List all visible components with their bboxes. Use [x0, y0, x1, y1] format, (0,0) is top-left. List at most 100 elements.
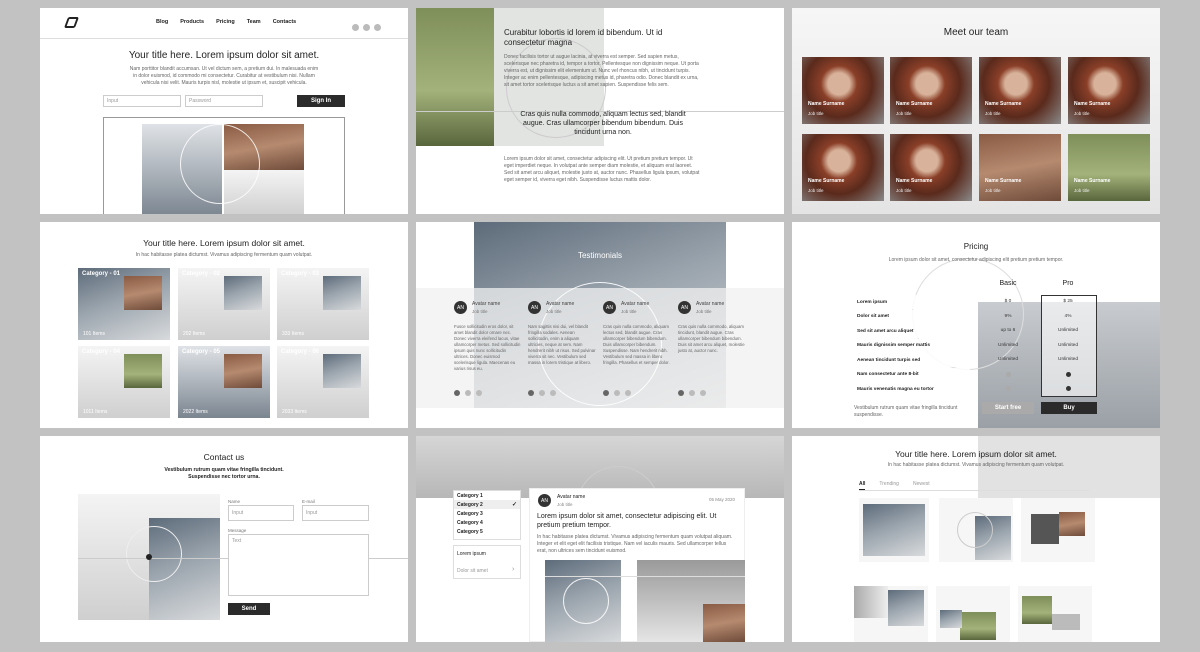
nav-blog[interactable]: Blog — [156, 19, 168, 25]
gallery-tile[interactable] — [859, 498, 929, 562]
dot-icon — [352, 24, 359, 31]
category-label: Category - 01 — [82, 271, 121, 277]
gallery-tile[interactable] — [1021, 498, 1095, 562]
carousel-dot[interactable] — [528, 390, 534, 396]
unavailable-dot-icon — [1005, 386, 1011, 391]
author-name: Avatar name — [557, 494, 586, 500]
name-field[interactable]: Input — [228, 505, 294, 521]
team-member-card[interactable]: Name Surname Job title — [890, 57, 972, 124]
line-overlay — [545, 576, 745, 577]
carousel-dot[interactable] — [700, 390, 706, 396]
menu-item-lorem[interactable]: Lorem ipsum — [457, 551, 486, 557]
nav-pricing[interactable]: Pricing — [216, 19, 235, 25]
gallery-tile[interactable] — [939, 498, 1013, 562]
member-job: Job title — [896, 111, 912, 116]
carousel-dot[interactable] — [539, 390, 545, 396]
sea-photo — [940, 610, 962, 628]
dropdown-option[interactable]: Category 2 ✓ — [454, 500, 520, 509]
plan-pro-label: Pro — [1062, 280, 1074, 287]
section-title: Testimonials — [577, 251, 622, 260]
category-card[interactable]: Category - 05 2022 Items — [178, 346, 270, 418]
category-card[interactable]: Category - 02 202 Items — [178, 268, 270, 340]
buy-button[interactable]: Buy — [1041, 402, 1097, 414]
member-job: Job title — [985, 111, 1001, 116]
carousel-dot[interactable] — [454, 390, 460, 396]
article-paragraph: Donec facilisis tortor ut augue lacinia,… — [504, 54, 699, 88]
member-name: Name Surname — [1074, 101, 1111, 107]
message-field[interactable]: Text — [228, 534, 369, 596]
gallery-tile[interactable] — [854, 586, 928, 642]
top-nav: Blog Products Pricing Team Contacts — [156, 19, 296, 25]
input-field[interactable]: Input — [103, 95, 181, 107]
dropdown-option[interactable]: Category 3 — [454, 509, 520, 518]
logo-icon[interactable] — [63, 17, 80, 28]
post-body: In hac habitasse platea dictumst. Vivamu… — [537, 534, 733, 554]
nav-team[interactable]: Team — [247, 19, 261, 25]
gallery-tile[interactable] — [1018, 586, 1092, 642]
forest-photo — [960, 612, 996, 640]
pro-value — [1048, 386, 1088, 393]
pro-value: 4% — [1064, 313, 1072, 319]
category-card[interactable]: Category - 03 333 Items — [277, 268, 369, 340]
basic-value: $ 0 — [1004, 299, 1012, 304]
tab-newest[interactable]: Newest — [913, 481, 930, 490]
nav-products[interactable]: Products — [180, 19, 204, 25]
basic-value: Unlimited — [998, 342, 1018, 348]
avatar: AN — [528, 301, 541, 314]
tab-all[interactable]: All — [859, 481, 866, 490]
slide-article: Curabitur lobortis id lorem id bibendum.… — [416, 8, 784, 214]
option-label: Category 5 — [457, 528, 483, 535]
team-member-card[interactable]: Name Surname Job title — [1068, 134, 1150, 201]
carousel-dot[interactable] — [614, 390, 620, 396]
building-photo — [703, 604, 745, 642]
send-button[interactable]: Send — [228, 603, 270, 615]
gallery-tile[interactable] — [936, 586, 1010, 642]
password-field[interactable]: Password — [185, 95, 263, 107]
author-name: Avatar name — [696, 301, 725, 307]
carousel-dot[interactable] — [465, 390, 471, 396]
team-member-card[interactable]: Name Surname Job title — [890, 134, 972, 201]
team-member-card[interactable]: Name Surname Job title — [979, 134, 1061, 201]
email-field[interactable]: Input — [302, 505, 369, 521]
contact-title: Contact us — [203, 452, 245, 462]
category-dropdown[interactable]: Category 1 Category 2 ✓ Category 3 Category … — [453, 490, 521, 540]
member-name: Name Surname — [896, 101, 933, 107]
dropdown-option[interactable]: Category 4 — [454, 518, 520, 527]
team-member-card[interactable]: Name Surname Job title — [802, 134, 884, 201]
street-photo — [416, 8, 494, 146]
dropdown-option[interactable]: Category 1 — [454, 491, 520, 500]
carousel-dot[interactable] — [476, 390, 482, 396]
map-pin-icon[interactable] — [146, 554, 152, 560]
carousel-dot[interactable] — [625, 390, 631, 396]
category-card[interactable]: Category - 06 2033 Items — [277, 346, 369, 418]
sign-in-button[interactable]: Sign In — [297, 95, 345, 107]
tab-trending[interactable]: Trending — [879, 481, 899, 490]
carousel-dot[interactable] — [678, 390, 684, 396]
basic-value — [988, 386, 1028, 393]
pro-value: Unlimited — [1058, 328, 1078, 333]
category-label: Category - 04 — [82, 349, 121, 355]
carousel-dot[interactable] — [603, 390, 609, 396]
author-name: Avatar name — [621, 301, 650, 307]
carousel-dot[interactable] — [689, 390, 695, 396]
dot-icon — [374, 24, 381, 31]
option-label: Category 4 — [457, 519, 483, 526]
post-title: Lorem ipsum dolor sit amet, consectetur … — [537, 513, 717, 529]
dropdown-option[interactable]: Category 5 — [454, 527, 520, 536]
team-member-card[interactable]: Name Surname Job title — [979, 57, 1061, 124]
slide-team: Meet our team Name Surname Job title Name … — [792, 8, 1160, 214]
road-photo — [1022, 596, 1052, 624]
carousel-dot[interactable] — [550, 390, 556, 396]
category-card[interactable]: Category - 04 1011 Items — [78, 346, 170, 418]
team-member-card[interactable]: Name Surname Job title — [802, 57, 884, 124]
testimonial-quote: Cras quis nulla commodo, aliquam tincidu… — [678, 324, 745, 353]
chevron-right-icon[interactable]: › — [512, 566, 514, 573]
slide-gallery: Your title here. Lorem ipsum dolor sit a… — [792, 436, 1160, 642]
nav-contacts[interactable]: Contacts — [273, 19, 297, 25]
category-card[interactable]: Category - 01 101 Items — [78, 268, 170, 340]
avatar: AN — [678, 301, 691, 314]
team-member-card[interactable]: Name Surname Job title — [1068, 57, 1150, 124]
contact-subtitle: Vestibulum rutrum quam vitae fringilla t… — [164, 467, 284, 480]
menu-item-dolor[interactable]: Dolor sit amet — [457, 568, 488, 574]
start-free-button[interactable]: Start free — [982, 402, 1034, 414]
